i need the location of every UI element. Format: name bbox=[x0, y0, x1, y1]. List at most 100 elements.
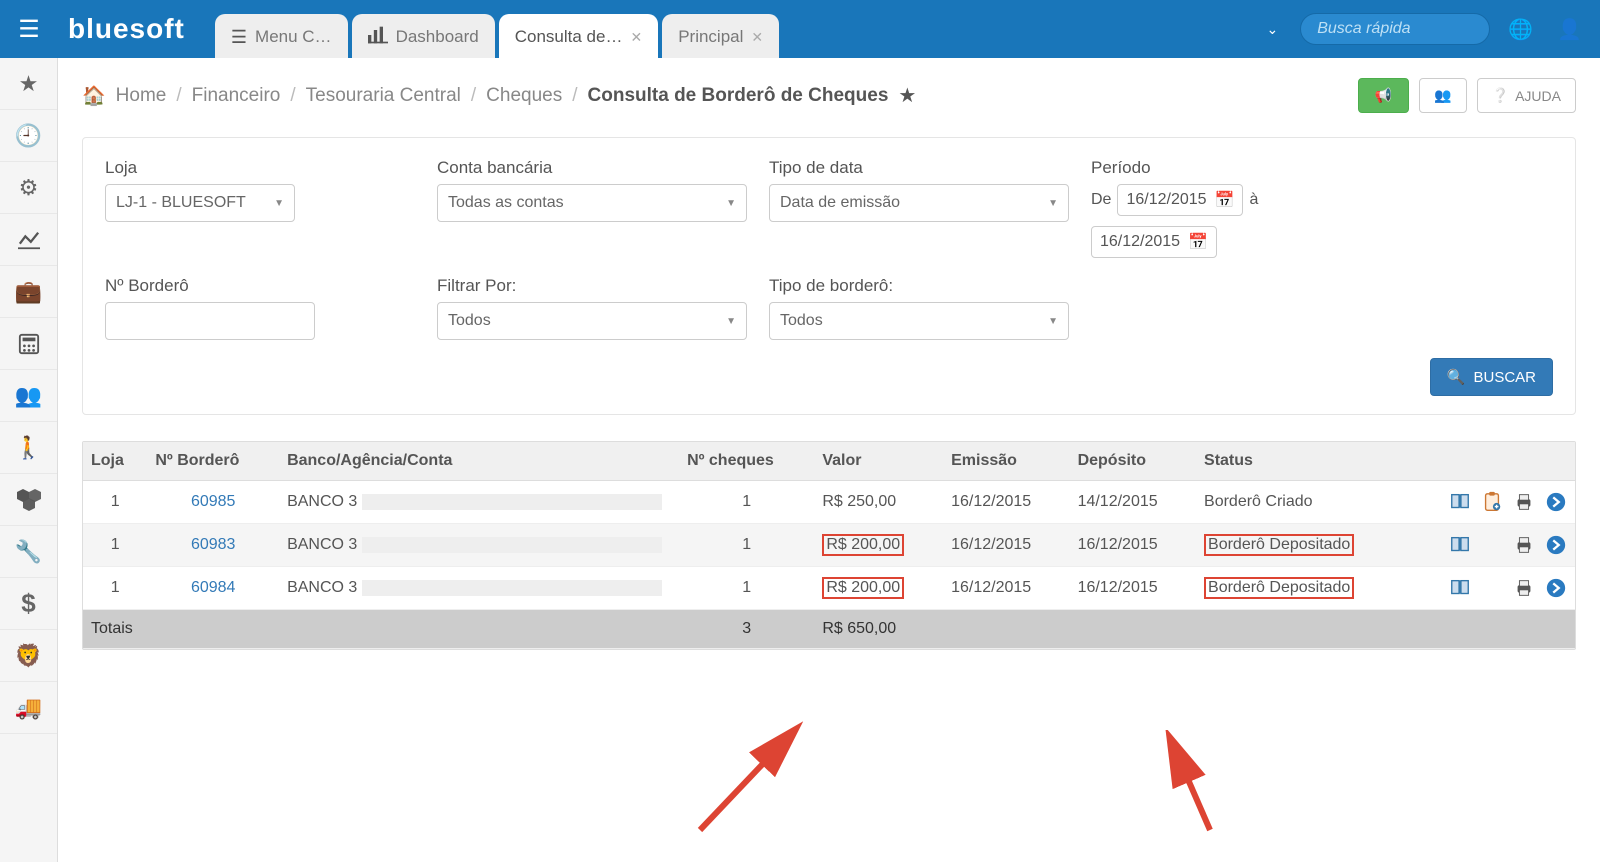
go-arrow-icon[interactable] bbox=[1545, 534, 1567, 556]
th-loja[interactable]: Loja bbox=[83, 442, 147, 481]
breadcrumb-current: Consulta de Borderô de Cheques bbox=[588, 85, 889, 107]
totals-label: Totais bbox=[83, 610, 679, 649]
separator: / bbox=[471, 85, 476, 107]
date-from-input[interactable]: 16/12/2015 📅 bbox=[1117, 184, 1243, 216]
loja-select[interactable]: LJ-1 - BLUESOFT ▼ bbox=[105, 184, 295, 222]
th-status[interactable]: Status bbox=[1196, 442, 1415, 481]
search-label: BUSCAR bbox=[1473, 369, 1536, 386]
group-button[interactable]: 👥 bbox=[1419, 78, 1466, 113]
calendar-icon: 📅 bbox=[1188, 232, 1208, 252]
announce-button[interactable]: 📢 bbox=[1358, 78, 1409, 113]
date-to-input[interactable]: 16/12/2015 📅 bbox=[1091, 226, 1217, 258]
breadcrumb-item[interactable]: Tesouraria Central bbox=[306, 85, 461, 107]
breadcrumb-item[interactable]: Cheques bbox=[486, 85, 562, 107]
sidebar-truck[interactable]: 🚚 bbox=[0, 682, 57, 734]
sidebar-wrench[interactable]: 🔧 bbox=[0, 526, 57, 578]
chevron-down-icon[interactable]: ⌄ bbox=[1256, 15, 1288, 44]
caret-icon: ▼ bbox=[1048, 316, 1058, 327]
th-ncheques[interactable]: Nº cheques bbox=[679, 442, 814, 481]
sidebar-star[interactable]: ★ bbox=[0, 58, 57, 110]
cell-status: Borderô Criado bbox=[1196, 481, 1415, 524]
cell-nbordero[interactable]: 60985 bbox=[147, 481, 279, 524]
tipobordero-select[interactable]: Todos ▼ bbox=[769, 302, 1069, 340]
tab-principal[interactable]: Principal ✕ bbox=[662, 14, 779, 58]
book-icon[interactable] bbox=[1449, 577, 1471, 599]
date-from-value: 16/12/2015 bbox=[1126, 191, 1206, 209]
menu-toggle[interactable]: ☰ bbox=[0, 0, 58, 58]
quick-search-input[interactable] bbox=[1300, 13, 1490, 45]
tab-menu[interactable]: ☰ Menu C… bbox=[215, 14, 348, 58]
breadcrumb-row: 🏠 Home / Financeiro / Tesouraria Central… bbox=[82, 78, 1576, 113]
cell-status: Borderô Depositado bbox=[1196, 567, 1415, 610]
cell-deposito: 16/12/2015 bbox=[1070, 524, 1196, 567]
sidebar-lion[interactable]: 🦁 bbox=[0, 630, 57, 682]
conta-select[interactable]: Todas as contas ▼ bbox=[437, 184, 747, 222]
help-button[interactable]: ❔ AJUDA bbox=[1477, 78, 1576, 113]
go-arrow-icon[interactable] bbox=[1545, 577, 1567, 599]
totals-row: Totais 3 R$ 650,00 bbox=[83, 610, 1575, 649]
book-icon[interactable] bbox=[1449, 534, 1471, 556]
cell-actions bbox=[1415, 524, 1575, 567]
printer-icon[interactable] bbox=[1513, 534, 1535, 556]
go-arrow-icon[interactable] bbox=[1545, 491, 1567, 513]
nbordero-input[interactable] bbox=[105, 302, 315, 340]
book-icon[interactable] bbox=[1449, 491, 1471, 513]
bar-chart-icon bbox=[368, 26, 388, 49]
topbar: ☰ bluesoft ☰ Menu C… Dashboard Consulta … bbox=[0, 0, 1600, 58]
cell-nbordero[interactable]: 60984 bbox=[147, 567, 279, 610]
home-icon: 🏠 bbox=[82, 84, 106, 108]
th-deposito[interactable]: Depósito bbox=[1070, 442, 1196, 481]
tab-dashboard[interactable]: Dashboard bbox=[352, 14, 495, 58]
tipobordero-label: Tipo de borderô: bbox=[769, 276, 1069, 296]
sidebar-dollar[interactable]: $ bbox=[0, 578, 57, 630]
sidebar-briefcase[interactable]: 💼 bbox=[0, 266, 57, 318]
cell-banco: BANCO 3 bbox=[279, 524, 679, 567]
tab-label: Principal bbox=[678, 27, 743, 47]
sidebar-clock[interactable]: 🕘 bbox=[0, 110, 57, 162]
sidebar-calculator[interactable] bbox=[0, 318, 57, 370]
help-label: AJUDA bbox=[1515, 88, 1561, 104]
sidebar-users[interactable]: 👥 bbox=[0, 370, 57, 422]
printer-icon[interactable] bbox=[1513, 577, 1535, 599]
cell-ncheques: 1 bbox=[679, 567, 814, 610]
user-icon[interactable]: 👤 bbox=[1551, 11, 1588, 48]
filtrar-select[interactable]: Todos ▼ bbox=[437, 302, 747, 340]
sidebar: ★ 🕘 ⚙ 💼 👥 🚶 🔧 $ 🦁 🚚 bbox=[0, 58, 58, 862]
sidebar-chart[interactable] bbox=[0, 214, 57, 266]
sidebar-gear[interactable]: ⚙ bbox=[0, 162, 57, 214]
cell-nbordero[interactable]: 60983 bbox=[147, 524, 279, 567]
de-label: De bbox=[1091, 191, 1111, 209]
periodo-label: Período bbox=[1091, 158, 1258, 178]
globe-icon[interactable]: 🌐 bbox=[1502, 11, 1539, 48]
breadcrumb-home[interactable]: Home bbox=[116, 85, 167, 107]
close-icon[interactable]: ✕ bbox=[751, 29, 763, 46]
sidebar-person[interactable]: 🚶 bbox=[0, 422, 57, 474]
th-valor[interactable]: Valor bbox=[814, 442, 943, 481]
th-nbordero[interactable]: Nº Borderô bbox=[147, 442, 279, 481]
topbar-right: ⌄ 🌐 👤 bbox=[1256, 11, 1588, 48]
search-icon: 🔍 bbox=[1447, 368, 1466, 386]
close-icon[interactable]: ✕ bbox=[630, 29, 642, 46]
tipodata-label: Tipo de data bbox=[769, 158, 1069, 178]
separator: / bbox=[572, 85, 577, 107]
printer-icon[interactable] bbox=[1513, 491, 1535, 513]
th-banco[interactable]: Banco/Agência/Conta bbox=[279, 442, 679, 481]
conta-label: Conta bancária bbox=[437, 158, 747, 178]
brand-logo[interactable]: bluesoft bbox=[68, 13, 185, 45]
cell-valor: R$ 200,00 bbox=[814, 524, 943, 567]
filtrar-value: Todos bbox=[448, 312, 491, 330]
tab-consulta[interactable]: Consulta de… ✕ bbox=[499, 14, 658, 58]
filtrar-label: Filtrar Por: bbox=[437, 276, 747, 296]
clipboard-add-icon[interactable] bbox=[1481, 491, 1503, 513]
caret-icon: ▼ bbox=[1048, 198, 1058, 209]
th-emissao[interactable]: Emissão bbox=[943, 442, 1069, 481]
cell-ncheques: 1 bbox=[679, 524, 814, 567]
cell-loja: 1 bbox=[83, 567, 147, 610]
breadcrumb-item[interactable]: Financeiro bbox=[192, 85, 281, 107]
date-to-value: 16/12/2015 bbox=[1100, 233, 1180, 251]
favorite-star-icon[interactable]: ★ bbox=[898, 83, 916, 108]
tipodata-select[interactable]: Data de emissão ▼ bbox=[769, 184, 1069, 222]
sidebar-boxes[interactable] bbox=[0, 474, 57, 526]
cell-emissao: 16/12/2015 bbox=[943, 481, 1069, 524]
search-button[interactable]: 🔍 BUSCAR bbox=[1430, 358, 1553, 396]
